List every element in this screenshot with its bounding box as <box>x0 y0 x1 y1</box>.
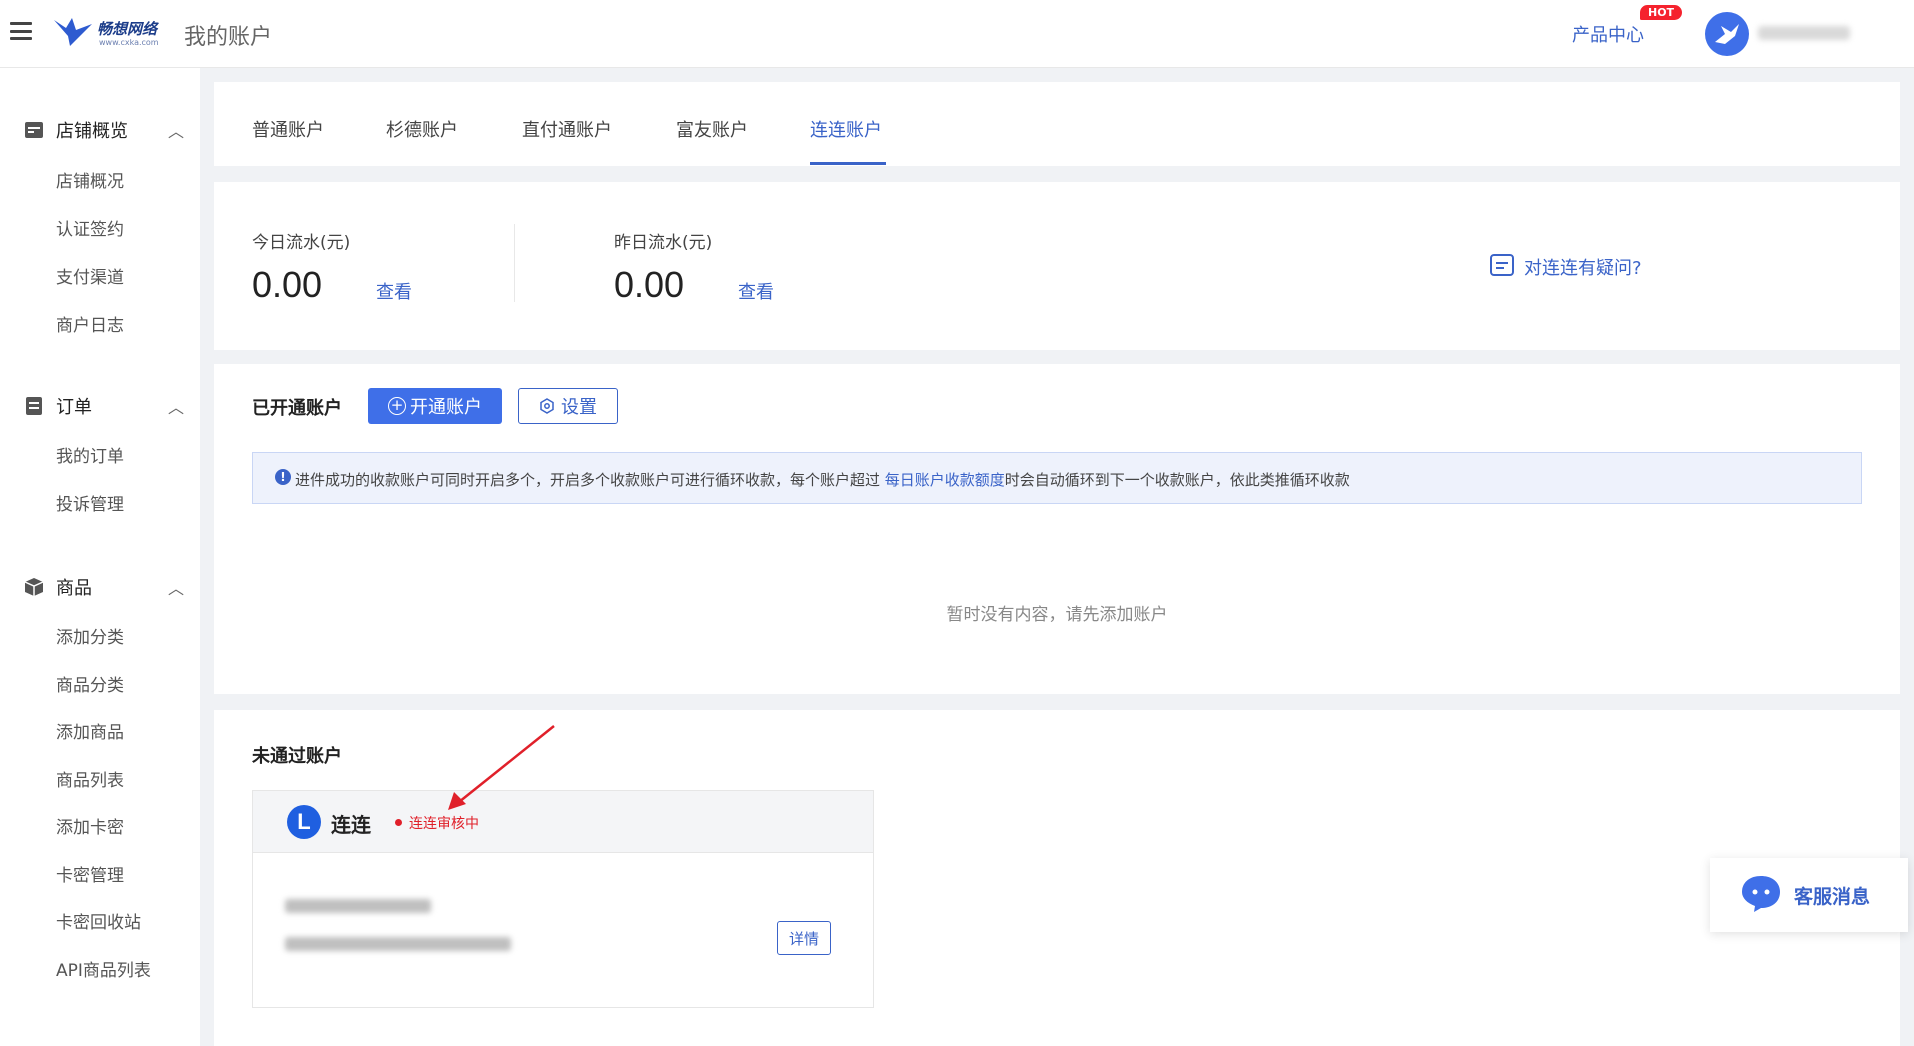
sidebar-item-product-category[interactable]: 商品分类 <box>56 671 124 696</box>
sidebar-item-store-status[interactable]: 店铺概况 <box>56 167 124 192</box>
tab-lianlian-account[interactable]: 连连账户 <box>810 116 882 142</box>
tab-sand-account[interactable]: 杉德账户 <box>386 116 458 142</box>
opened-accounts-panel: 已开通账户 + 开通账户 设置 ! 进件成功的收款账户可同时开启多个，开启多个收… <box>214 364 1900 694</box>
today-flow-label: 今日流水(元) <box>252 233 351 253</box>
notice-suffix: 时会自动循环到下一个收款账户，依此类推循环收款 <box>1004 471 1350 489</box>
today-view-link[interactable]: 查看 <box>376 278 412 304</box>
provider-name: 连连 <box>331 813 371 837</box>
open-account-label: 开通账户 <box>410 397 482 418</box>
notice-prefix: 进件成功的收款账户可同时开启多个，开启多个收款账户可进行循环收款，每个账户超过 <box>295 471 885 489</box>
sidebar-item-api-product-list[interactable]: API商品列表 <box>56 956 151 981</box>
opened-accounts-title: 已开通账户 <box>252 398 342 419</box>
bird-avatar-icon <box>1715 24 1739 44</box>
sidebar-item-my-orders[interactable]: 我的订单 <box>56 442 124 467</box>
open-account-button[interactable]: + 开通账户 <box>368 388 502 424</box>
username-redacted[interactable] <box>1758 26 1850 40</box>
lianlian-faq-link[interactable]: 对连连有疑问? <box>1524 254 1642 280</box>
tab-normal-account[interactable]: 普通账户 <box>252 116 324 142</box>
customer-service-widget[interactable]: 客服消息 <box>1710 858 1908 932</box>
bird-logo-icon <box>54 18 92 46</box>
sidebar-item-complaints[interactable]: 投诉管理 <box>56 490 124 515</box>
product-center-link[interactable]: 产品中心 <box>1572 21 1644 47</box>
flow-stats-panel: 今日流水(元) 0.00 查看 昨日流水(元) 0.00 查看 对连连有疑问? <box>214 182 1900 350</box>
customer-service-label: 客服消息 <box>1794 886 1871 908</box>
red-arrow-annotation <box>448 725 555 810</box>
sidebar-item-verification[interactable]: 认证签约 <box>56 215 124 240</box>
sidebar-item-card-key-recycle[interactable]: 卡密回收站 <box>56 908 141 933</box>
menu-toggle-icon[interactable] <box>10 22 32 40</box>
review-status: 连连审核中 <box>409 816 479 832</box>
sidebar-item-card-key-manage[interactable]: 卡密管理 <box>56 861 124 886</box>
logo-text: 畅想网络 <box>97 20 158 38</box>
empty-state-text: 暂时没有内容，请先添加账户 <box>946 605 1168 625</box>
message-icon[interactable] <box>1490 254 1514 276</box>
sidebar-group-orders[interactable]: 订单 ︿ <box>24 394 184 418</box>
sidebar-item-add-category[interactable]: 添加分类 <box>56 623 124 648</box>
settings-button[interactable]: 设置 <box>518 388 618 424</box>
sidebar: 店铺概览 ︿ 店铺概况 认证签约 支付渠道 商户日志 订单 ︿ 我的订单 投诉管… <box>0 68 200 1046</box>
sidebar-item-add-card-key[interactable]: 添加卡密 <box>56 813 124 838</box>
yesterday-flow-label: 昨日流水(元) <box>614 233 713 253</box>
sidebar-item-payment-channel[interactable]: 支付渠道 <box>56 263 124 288</box>
tab-zhifutong-account[interactable]: 直付通账户 <box>522 116 612 142</box>
sidebar-group-store-overview[interactable]: 店铺概览 ︿ <box>24 118 184 142</box>
sidebar-item-product-list[interactable]: 商品列表 <box>56 766 124 791</box>
sidebar-group-label: 订单 <box>56 397 92 418</box>
sidebar-group-label: 商品 <box>56 578 92 599</box>
account-card: L 连连 连连审核中 详情 <box>252 790 874 1008</box>
chevron-up-icon[interactable]: ︿ <box>168 394 184 418</box>
tab-fuyou-account[interactable]: 富友账户 <box>676 116 748 142</box>
logo-subtext: www.cxka.com <box>99 38 159 47</box>
plus-circle-icon: + <box>388 397 406 415</box>
active-tab-indicator <box>810 162 886 165</box>
gear-icon <box>540 398 554 414</box>
info-notice: ! 进件成功的收款账户可同时开启多个，开启多个收款账户可进行循环收款，每个账户超… <box>252 452 1862 504</box>
today-flow-value: 0.00 <box>252 264 323 305</box>
account-tabs: 普通账户 杉德账户 直付通账户 富友账户 连连账户 <box>214 82 1900 166</box>
failed-accounts-title: 未通过账户 <box>252 746 342 767</box>
store-icon <box>25 122 43 138</box>
order-icon <box>26 397 42 415</box>
notice-text: 进件成功的收款账户可同时开启多个，开启多个收款账户可进行循环收款，每个账户超过 … <box>295 469 1350 490</box>
daily-limit-link[interactable]: 每日账户收款额度 <box>885 471 1005 489</box>
yesterday-flow-value: 0.00 <box>614 264 685 305</box>
status-dot <box>395 819 402 826</box>
user-avatar[interactable] <box>1705 12 1749 56</box>
sidebar-item-merchant-log[interactable]: 商户日志 <box>56 311 124 336</box>
cube-icon <box>24 578 44 596</box>
stats-divider <box>514 224 515 302</box>
page-title: 我的账户 <box>184 25 273 50</box>
company-name-redacted <box>285 937 511 951</box>
account-number-redacted <box>285 899 431 913</box>
lianlian-logo-icon: L <box>287 805 321 839</box>
detail-button[interactable]: 详情 <box>777 921 831 955</box>
logo[interactable]: 畅想网络 www.cxka.com <box>52 14 172 54</box>
yesterday-view-link[interactable]: 查看 <box>738 278 774 304</box>
chevron-up-icon[interactable]: ︿ <box>168 118 184 142</box>
sidebar-group-products[interactable]: 商品 ︿ <box>24 575 184 599</box>
chat-bubble-icon <box>1742 876 1780 912</box>
sidebar-item-add-product[interactable]: 添加商品 <box>56 718 124 743</box>
chevron-up-icon[interactable]: ︿ <box>168 575 184 599</box>
account-card-header: L 连连 连连审核中 <box>253 791 873 853</box>
info-icon: ! <box>275 469 291 485</box>
hot-badge: HOT <box>1640 5 1683 20</box>
settings-label: 设置 <box>561 397 597 418</box>
top-header: 畅想网络 www.cxka.com 我的账户 产品中心 HOT <box>0 0 1914 68</box>
sidebar-group-label: 店铺概览 <box>56 121 128 142</box>
